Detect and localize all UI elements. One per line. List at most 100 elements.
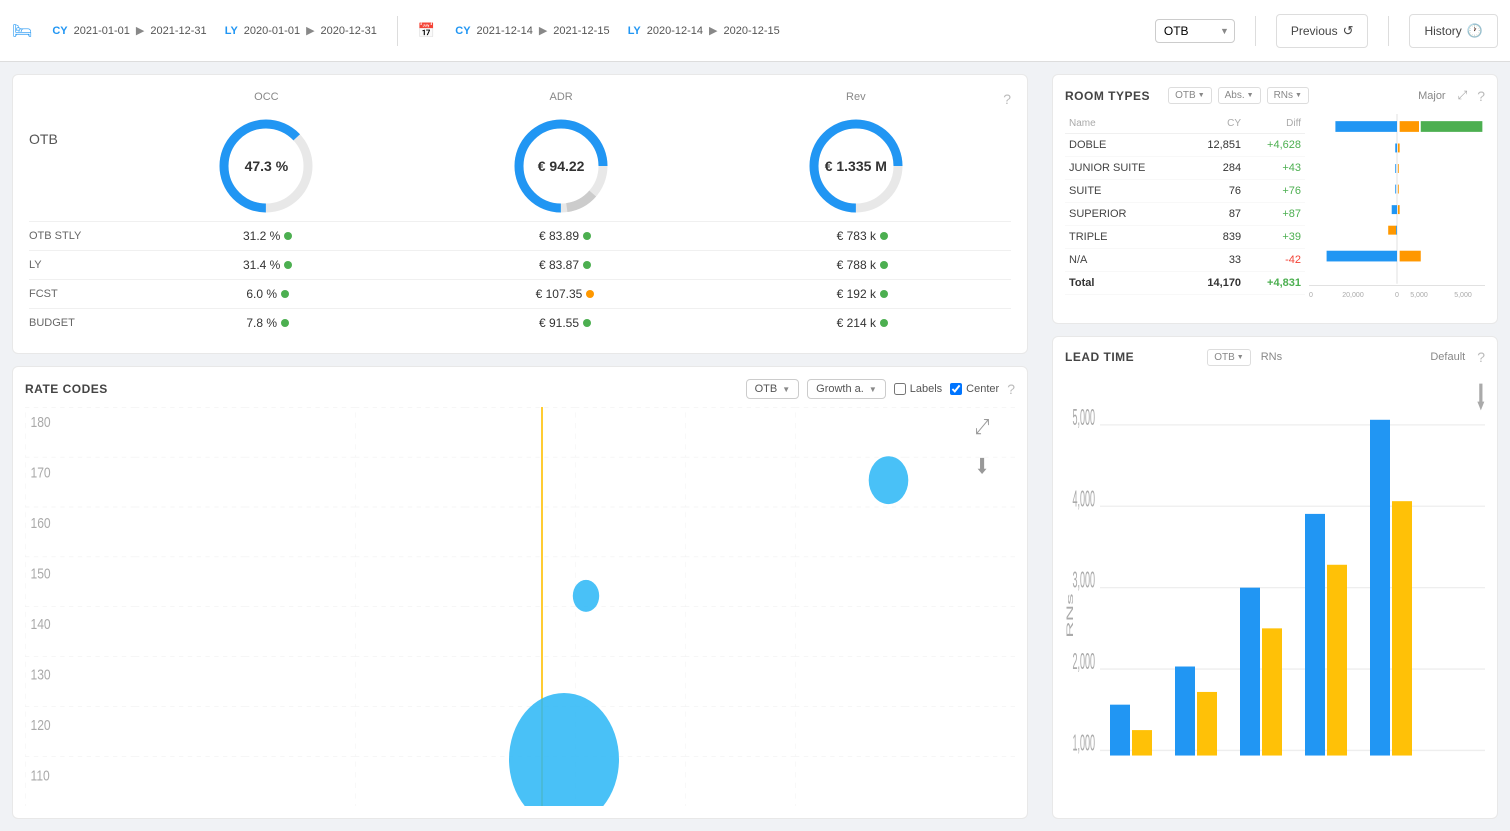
top-header: 🛏 CY 2021-01-01 ▶ 2021-12-31 LY 2020-01-… bbox=[0, 0, 1510, 62]
rt-row-cy: 14,170 bbox=[1186, 272, 1246, 295]
header-divider-2 bbox=[1255, 16, 1256, 46]
ly-label-daily: LY bbox=[628, 25, 641, 37]
svg-text:160: 160 bbox=[31, 515, 51, 531]
comp-adr-value: € 107.35 bbox=[416, 287, 713, 301]
daily-date-range: CY 2021-12-14 ▶ 2021-12-15 LY 2020-12-14… bbox=[455, 24, 780, 37]
rt-row-name: SUPERIOR bbox=[1065, 203, 1186, 226]
previous-button[interactable]: Previous ↺ bbox=[1276, 14, 1369, 48]
rt-row-diff: +43 bbox=[1245, 157, 1305, 180]
room-types-card: ROOM TYPES OTB Abs. RNs Major ⤢ ? Name bbox=[1052, 74, 1498, 324]
svg-text:⤢: ⤢ bbox=[975, 415, 989, 439]
svg-text:140: 140 bbox=[31, 616, 51, 632]
room-types-abs-btn[interactable]: Abs. bbox=[1218, 87, 1261, 104]
comparison-row: LY 31.4 % € 83.87 € 788 k bbox=[29, 250, 1011, 279]
comparison-row: FCST 6.0 % € 107.35 € 192 k bbox=[29, 279, 1011, 308]
rt-row-cy: 284 bbox=[1186, 157, 1246, 180]
room-types-expand-icon[interactable]: ⤢ bbox=[1458, 88, 1468, 103]
rt-row-cy: 33 bbox=[1186, 249, 1246, 272]
labels-check-input[interactable] bbox=[894, 383, 906, 395]
cy-start-annual: 2021-01-01 bbox=[74, 25, 130, 37]
otb-select[interactable]: OTB bbox=[1155, 19, 1235, 43]
rt-row-name: Total bbox=[1065, 272, 1186, 295]
rt-table-row: N/A 33 -42 bbox=[1065, 249, 1305, 272]
cy-date-start: 2021-12-14 bbox=[477, 25, 533, 37]
comp-rev-value: € 214 k bbox=[714, 316, 1011, 330]
lead-time-header: LEAD TIME OTB RNs Default ? bbox=[1065, 349, 1485, 366]
rt-col-name: Name bbox=[1065, 114, 1186, 134]
cy-end-annual: 2021-12-31 bbox=[150, 25, 206, 37]
svg-text:RNs: RNs bbox=[1065, 593, 1075, 638]
rate-codes-help-icon[interactable]: ? bbox=[1007, 381, 1015, 397]
previous-icon: ↺ bbox=[1343, 23, 1354, 39]
rev-value: € 1.335 M bbox=[825, 158, 887, 174]
scatter-chart-svg: 180 170 160 150 140 130 120 110 bbox=[25, 407, 1015, 806]
rate-codes-growth-btn[interactable]: Growth a. bbox=[807, 379, 886, 399]
svg-text:0: 0 bbox=[1309, 291, 1313, 299]
comp-occ-value: 31.4 % bbox=[119, 258, 416, 272]
svg-text:0: 0 bbox=[1395, 291, 1399, 299]
otb-select-wrapper[interactable]: OTB bbox=[1155, 19, 1235, 43]
rt-row-diff: +87 bbox=[1245, 203, 1305, 226]
lead-time-rns-label: RNs bbox=[1261, 351, 1282, 363]
header-divider-3 bbox=[1388, 16, 1389, 46]
rate-codes-otb-btn[interactable]: OTB bbox=[746, 379, 800, 399]
occ-value: 47.3 % bbox=[245, 158, 289, 174]
rt-table-row: Total 14,170 +4,831 bbox=[1065, 272, 1305, 295]
comp-adr-value: € 83.89 bbox=[416, 229, 713, 243]
svg-text:⬇: ⬇ bbox=[975, 455, 990, 479]
comparison-row: BUDGET 7.8 % € 91.55 € 214 k bbox=[29, 308, 1011, 337]
rt-row-cy: 12,851 bbox=[1186, 134, 1246, 157]
rev-column: Rev € 1.335 M bbox=[708, 91, 1003, 221]
room-types-major-label: Major bbox=[1418, 90, 1446, 102]
comp-rev-value: € 192 k bbox=[714, 287, 1011, 301]
cy-date-end: 2021-12-15 bbox=[553, 25, 609, 37]
comp-rev-value: € 788 k bbox=[714, 258, 1011, 272]
room-types-rns-btn[interactable]: RNs bbox=[1267, 87, 1309, 104]
center-check-input[interactable] bbox=[950, 383, 962, 395]
calendar-icon: 📅 bbox=[418, 22, 435, 39]
adr-donut: € 94.22 bbox=[506, 111, 616, 221]
svg-text:1,000: 1,000 bbox=[1072, 729, 1095, 755]
left-panel: OTB OCC 47.3 % ADR bbox=[0, 62, 1040, 831]
room-types-table-wrapper: Name CY Diff DOBLE 12,851 +4,628 JUNIOR … bbox=[1065, 114, 1305, 311]
svg-text:130: 130 bbox=[31, 667, 51, 683]
rt-col-cy: CY bbox=[1186, 114, 1246, 134]
labels-checkbox[interactable]: Labels bbox=[894, 383, 942, 395]
history-button[interactable]: History 🕐 bbox=[1409, 14, 1498, 48]
center-checkbox[interactable]: Center bbox=[950, 383, 999, 395]
metrics-help-icon[interactable]: ? bbox=[1003, 91, 1011, 107]
occ-header: OCC bbox=[254, 91, 278, 103]
lead-time-help-icon[interactable]: ? bbox=[1477, 349, 1485, 365]
lead-time-chart: 5,000 4,000 3,000 2,000 1,000 RNs bbox=[1065, 374, 1485, 806]
adr-value: € 94.22 bbox=[538, 158, 585, 174]
rt-row-name: TRIPLE bbox=[1065, 226, 1186, 249]
rt-table-row: TRIPLE 839 +39 bbox=[1065, 226, 1305, 249]
ly-date-start: 2020-12-14 bbox=[647, 25, 703, 37]
rt-row-name: DOBLE bbox=[1065, 134, 1186, 157]
bed-icon: 🛏 bbox=[12, 21, 32, 41]
rt-bar-svg: 0 20,000 5,000 0 5,000 bbox=[1309, 114, 1485, 311]
adr-column: ADR € 94.22 bbox=[414, 91, 709, 221]
rt-table-row: DOBLE 12,851 +4,628 bbox=[1065, 134, 1305, 157]
comp-row-label: LY bbox=[29, 259, 119, 271]
rt-row-cy: 839 bbox=[1186, 226, 1246, 249]
occ-donut: 47.3 % bbox=[211, 111, 321, 221]
cy-label-daily: CY bbox=[455, 25, 470, 37]
room-types-help-icon[interactable]: ? bbox=[1477, 88, 1485, 104]
ly-start-annual: 2020-01-01 bbox=[244, 25, 300, 37]
comp-rev-value: € 783 k bbox=[714, 229, 1011, 243]
svg-text:5,000: 5,000 bbox=[1072, 403, 1095, 429]
rate-codes-title: RATE CODES bbox=[25, 382, 738, 396]
comp-adr-value: € 91.55 bbox=[416, 316, 713, 330]
room-types-content: Name CY Diff DOBLE 12,851 +4,628 JUNIOR … bbox=[1065, 114, 1485, 311]
svg-text:20,000: 20,000 bbox=[1342, 291, 1364, 299]
svg-text:2,000: 2,000 bbox=[1072, 648, 1095, 674]
room-types-title: ROOM TYPES bbox=[1065, 89, 1162, 103]
comp-row-label: OTB STLY bbox=[29, 230, 119, 242]
lead-time-default-label: Default bbox=[1430, 351, 1465, 363]
header-divider-1 bbox=[397, 16, 398, 46]
rt-row-name: JUNIOR SUITE bbox=[1065, 157, 1186, 180]
lead-time-otb-btn[interactable]: OTB bbox=[1207, 349, 1251, 366]
comparison-row: OTB STLY 31.2 % € 83.89 € 783 k bbox=[29, 221, 1011, 250]
room-types-otb-btn[interactable]: OTB bbox=[1168, 87, 1212, 104]
